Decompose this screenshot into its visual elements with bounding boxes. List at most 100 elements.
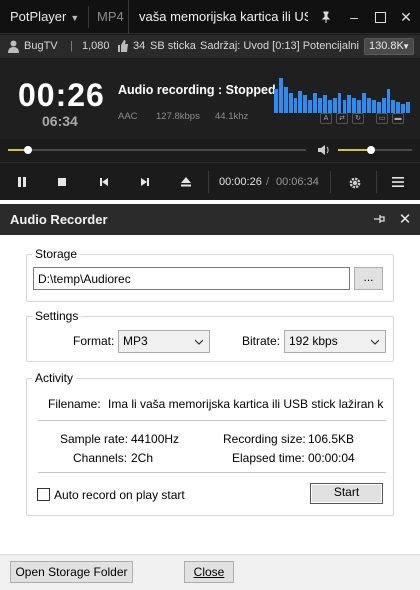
maximize-button[interactable] xyxy=(366,0,394,34)
window-title: vaša memorijska kartica ili USB stick la… xyxy=(128,0,308,34)
spectrum-bar xyxy=(366,97,371,113)
spectrum-bar xyxy=(391,99,396,113)
spectrum-bar xyxy=(406,102,410,113)
minimize-icon: – xyxy=(350,9,358,25)
close-icon: ✕ xyxy=(398,211,412,228)
spectrum-bar xyxy=(274,88,278,113)
spectrum-bar xyxy=(322,95,327,113)
divider xyxy=(38,420,386,421)
pin-icon[interactable] xyxy=(372,212,386,226)
chevron-down-icon: ▼ xyxy=(70,13,80,23)
spectrum-bar xyxy=(288,93,293,113)
player-window: PotPlayer ▼ MP4 vaša memorijska kartica i… xyxy=(0,0,420,200)
app-menu-button[interactable]: PotPlayer ▼ xyxy=(0,0,88,34)
mini-button-screen[interactable]: ▭ xyxy=(376,113,388,124)
previous-button[interactable] xyxy=(84,163,124,201)
dialog-close-button[interactable]: ✕ xyxy=(396,204,414,235)
sample-rate-label: Sample rate: xyxy=(60,432,129,446)
close-dialog-button[interactable]: Close xyxy=(184,561,234,583)
spectrum-bar xyxy=(308,99,313,113)
recording-size-value: 106.5KB xyxy=(308,432,355,446)
spectrum-bar xyxy=(303,95,308,113)
playback-position[interactable]: 00:00:26 xyxy=(219,163,262,201)
user-icon xyxy=(8,40,19,53)
chevron-down-icon xyxy=(195,339,203,345)
storage-path-input[interactable] xyxy=(33,267,350,290)
pin-button[interactable] xyxy=(312,0,340,34)
pause-icon xyxy=(18,177,26,187)
eject-icon xyxy=(181,177,191,187)
sample-rate-value: 44100Hz xyxy=(131,432,180,446)
settings-legend: Settings xyxy=(35,309,79,323)
elapsed-time-label: Elapsed time: xyxy=(232,451,305,465)
mini-button-bar[interactable]: ▬ xyxy=(392,113,404,124)
spectrum-bar xyxy=(347,95,352,113)
volume-level xyxy=(338,149,372,151)
spectrum-bar xyxy=(396,102,401,113)
recording-size-label: Recording size: xyxy=(223,432,306,446)
control-bar: 00:00:26 / 00:06:34 xyxy=(0,162,420,200)
app-name: PotPlayer xyxy=(10,9,67,24)
stop-button[interactable] xyxy=(42,163,82,201)
spectrum-bar xyxy=(352,97,357,113)
pin-icon xyxy=(321,11,331,23)
spectrum-bar xyxy=(371,99,376,113)
speed-dropdown[interactable]: 130.8K ▼ xyxy=(364,38,414,55)
previous-icon xyxy=(100,178,108,186)
minimize-button[interactable]: – xyxy=(340,0,368,34)
gear-icon xyxy=(349,177,361,189)
content-info: Sadržaj: Uvod [0:13] Potencijalni xyxy=(200,40,359,52)
dialog-title: Audio Recorder xyxy=(0,204,420,235)
volume-icon[interactable] xyxy=(318,144,331,156)
bitrate-value: 192 kbps xyxy=(289,334,338,348)
spectrum-bar xyxy=(283,86,288,113)
format-label: Format: xyxy=(73,334,115,348)
bitrate-label: 127.8kbps xyxy=(156,111,200,122)
mini-button-swap[interactable]: ⇄ xyxy=(336,113,348,124)
chevron-down-icon: ▼ xyxy=(402,42,410,51)
storage-legend: Storage xyxy=(35,247,78,261)
pause-button[interactable] xyxy=(2,163,42,201)
spectrum-bar xyxy=(337,93,342,113)
format-tab[interactable]: MP4 xyxy=(97,0,124,34)
format-value: MP3 xyxy=(123,334,148,348)
seek-bar[interactable] xyxy=(8,149,306,151)
seek-row xyxy=(0,139,420,161)
spectrum-bar xyxy=(357,99,362,113)
like-count: 34 xyxy=(133,40,146,52)
spectrum-visualizer xyxy=(274,69,410,113)
browse-button[interactable]: ... xyxy=(354,267,383,290)
speed-value: 130.8K xyxy=(369,40,404,52)
channel-user[interactable]: BugTV xyxy=(24,35,58,58)
info-bar: BugTV | 1,080 34 SB sticka Sadržaj: Uvod… xyxy=(0,35,420,58)
title-fragment: SB sticka xyxy=(150,40,196,52)
audio-recorder-dialog: Audio Recorder ✕ Storage ... Settings Fo… xyxy=(0,204,420,590)
samplerate-label: 44.1khz xyxy=(215,111,249,122)
menu-button[interactable] xyxy=(378,163,418,201)
spectrum-bar xyxy=(332,97,337,113)
mini-button-repeat[interactable]: ↻ xyxy=(352,113,364,124)
eject-button[interactable] xyxy=(166,163,206,201)
auto-record-label[interactable]: Auto record on play start xyxy=(54,488,185,502)
open-storage-folder-button[interactable]: Open Storage Folder xyxy=(10,561,133,583)
divider xyxy=(208,171,209,193)
next-button[interactable] xyxy=(125,163,165,201)
divider: | xyxy=(70,40,73,52)
chevron-down-icon xyxy=(371,339,379,345)
seek-handle[interactable] xyxy=(23,146,32,154)
spectrum-bar xyxy=(376,102,381,113)
codec-label: AAC xyxy=(118,111,138,122)
auto-record-checkbox[interactable] xyxy=(37,488,50,501)
volume-handle[interactable] xyxy=(367,146,376,154)
close-button[interactable]: ✕ xyxy=(392,0,420,34)
settings-button[interactable] xyxy=(334,163,374,201)
start-button[interactable]: Start xyxy=(310,483,383,504)
mini-button-a[interactable]: A xyxy=(320,113,332,124)
format-select[interactable]: MP3 xyxy=(118,330,210,353)
stop-icon xyxy=(58,178,66,186)
spectrum-bar xyxy=(362,93,366,113)
bitrate-select[interactable]: 192 kbps xyxy=(284,330,386,353)
spectrum-bar xyxy=(313,93,318,113)
spectrum-bar xyxy=(293,97,298,113)
menu-icon xyxy=(392,177,404,187)
